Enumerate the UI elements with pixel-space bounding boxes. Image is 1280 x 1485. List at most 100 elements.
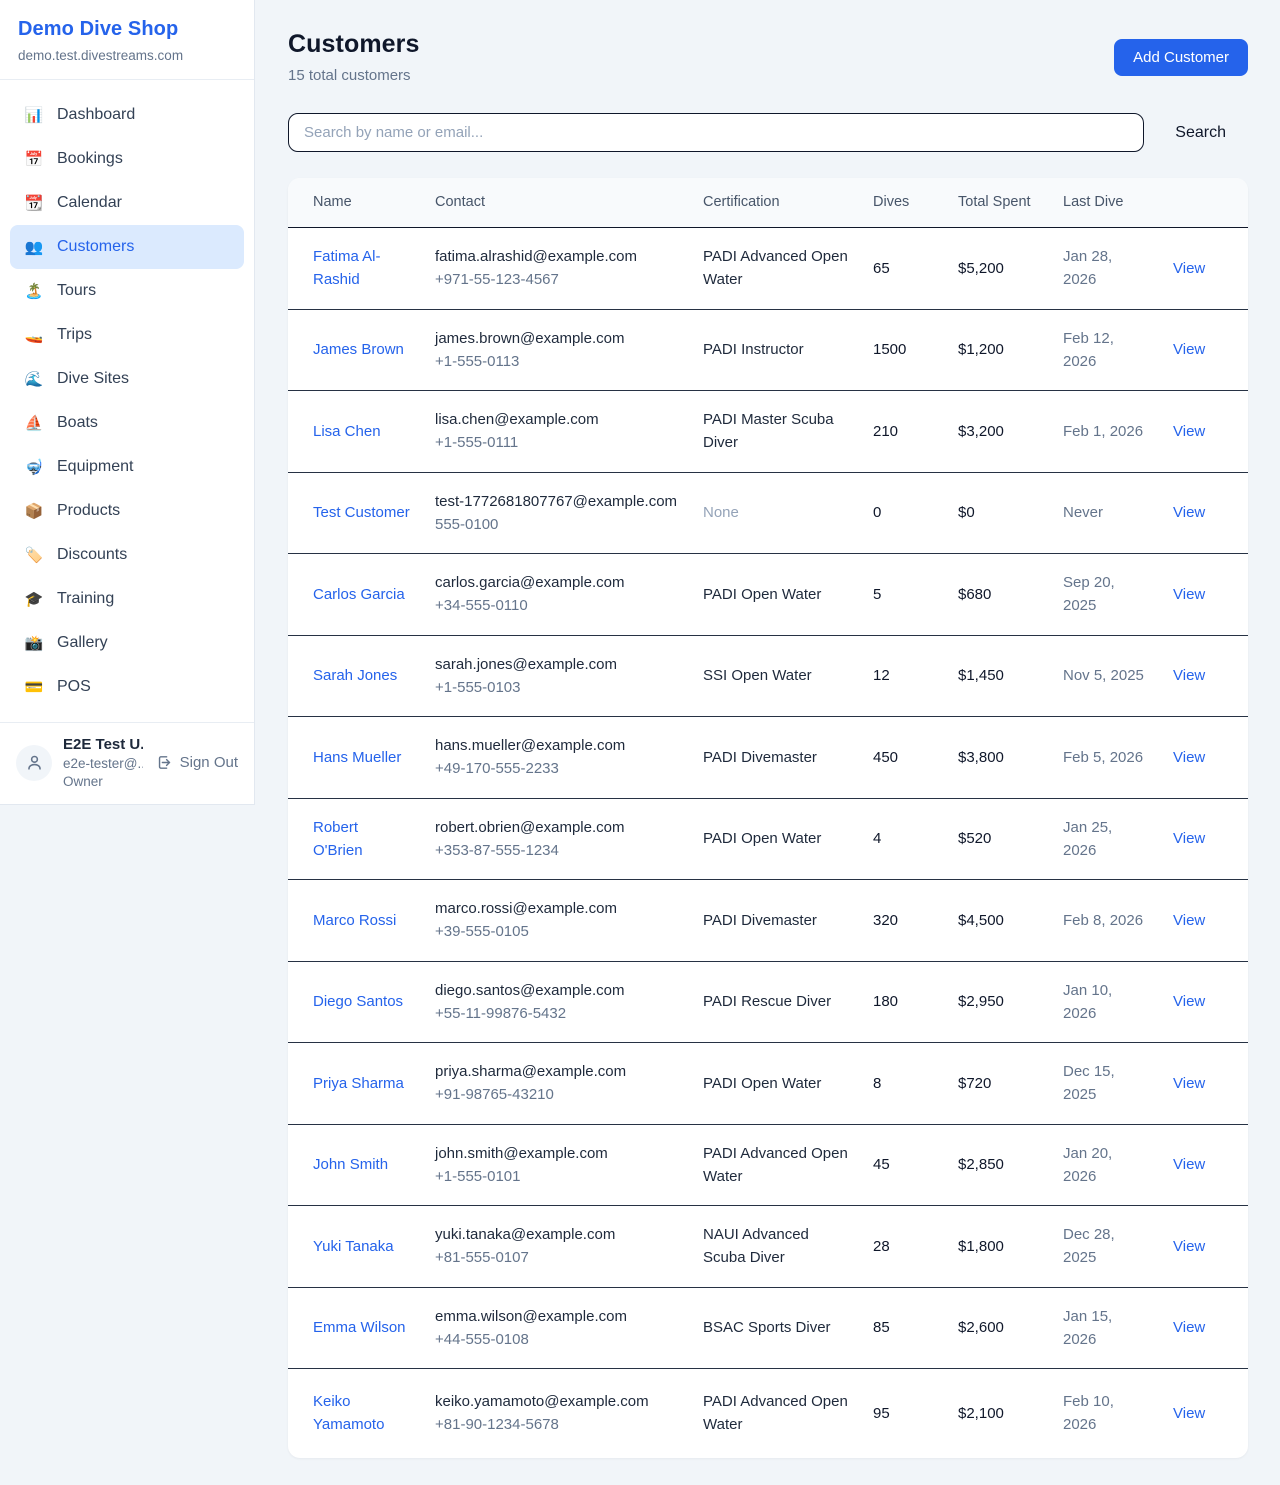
customers-table: Name Contact Certification Dives Total S… — [288, 178, 1248, 1458]
sidebar-item-pos[interactable]: 💳 POS — [10, 665, 244, 709]
view-customer-link[interactable]: View — [1173, 1075, 1205, 1092]
customer-name-link[interactable]: Carlos Garcia — [313, 586, 405, 603]
brand: Demo Dive Shop demo.test.divestreams.com — [0, 0, 254, 80]
package-icon: 📦 — [24, 502, 44, 520]
customer-name-link[interactable]: Marco Rossi — [313, 912, 396, 929]
sidebar-item-label: Customers — [57, 238, 134, 256]
column-header-actions — [1161, 178, 1248, 228]
customer-last-dive: Jan 15, 2026 — [1051, 1287, 1161, 1369]
customer-name-link[interactable]: Lisa Chen — [313, 423, 381, 440]
sidebar-item-products[interactable]: 📦 Products — [10, 489, 244, 533]
search-row: Search — [288, 113, 1248, 152]
view-customer-link[interactable]: View — [1173, 586, 1205, 603]
user-email: e2e-tester@... — [63, 756, 143, 771]
user-info: E2E Test U... e2e-tester@... Owner — [63, 736, 143, 789]
customer-dives: 180 — [861, 961, 946, 1043]
diving-mask-icon: 🤿 — [24, 458, 44, 476]
table-row: Fatima Al-Rashid fatima.alrashid@example… — [288, 228, 1248, 310]
customer-total-spent: $3,800 — [946, 717, 1051, 799]
view-customer-link[interactable]: View — [1173, 993, 1205, 1010]
customer-certification: PADI Divemaster — [691, 880, 861, 962]
customer-name-link[interactable]: James Brown — [313, 341, 404, 358]
sidebar-item-training[interactable]: 🎓 Training — [10, 577, 244, 621]
table-row: James Brown james.brown@example.com +1-5… — [288, 309, 1248, 391]
customer-dives: 65 — [861, 228, 946, 310]
customer-email: carlos.garcia@example.com — [435, 571, 679, 594]
customer-last-dive: Dec 28, 2025 — [1051, 1206, 1161, 1288]
view-customer-link[interactable]: View — [1173, 912, 1205, 929]
sidebar-item-calendar[interactable]: 📆 Calendar — [10, 181, 244, 225]
column-header-certification: Certification — [691, 178, 861, 228]
customer-total-spent: $720 — [946, 1043, 1051, 1125]
view-customer-link[interactable]: View — [1173, 1405, 1205, 1422]
customer-phone: +1-555-0111 — [435, 431, 679, 454]
customer-name-link[interactable]: Test Customer — [313, 504, 410, 521]
table-header-row: Name Contact Certification Dives Total S… — [288, 178, 1248, 228]
sidebar-item-tours[interactable]: 🏝️ Tours — [10, 269, 244, 313]
sidebar-item-label: Equipment — [57, 458, 134, 476]
customer-last-dive: Jan 10, 2026 — [1051, 961, 1161, 1043]
view-customer-link[interactable]: View — [1173, 830, 1205, 847]
sidebar-item-label: Discounts — [57, 546, 127, 564]
table-row: Diego Santos diego.santos@example.com +5… — [288, 961, 1248, 1043]
customer-certification: NAUI Advanced Scuba Diver — [691, 1206, 861, 1288]
sidebar-item-dashboard[interactable]: 📊 Dashboard — [10, 93, 244, 137]
credit-card-icon: 💳 — [24, 678, 44, 696]
customer-name-link[interactable]: Keiko Yamamoto — [313, 1393, 384, 1433]
view-customer-link[interactable]: View — [1173, 504, 1205, 521]
customer-name-link[interactable]: Hans Mueller — [313, 749, 401, 766]
view-customer-link[interactable]: View — [1173, 1238, 1205, 1255]
sidebar-item-label: Tours — [57, 282, 96, 300]
customer-total-spent: $4,500 — [946, 880, 1051, 962]
sidebar-item-bookings[interactable]: 📅 Bookings — [10, 137, 244, 181]
customer-name-link[interactable]: Fatima Al-Rashid — [313, 248, 381, 288]
sign-out-button[interactable]: Sign Out — [154, 754, 240, 771]
sidebar-item-label: Gallery — [57, 634, 108, 652]
view-customer-link[interactable]: View — [1173, 260, 1205, 277]
sidebar-item-equipment[interactable]: 🤿 Equipment — [10, 445, 244, 489]
search-input[interactable] — [288, 113, 1144, 152]
customer-count: 15 total customers — [288, 67, 420, 84]
sign-out-label: Sign Out — [180, 754, 238, 771]
view-customer-link[interactable]: View — [1173, 423, 1205, 440]
customer-name-link[interactable]: Diego Santos — [313, 993, 403, 1010]
column-header-dives: Dives — [861, 178, 946, 228]
customer-last-dive: Nov 5, 2025 — [1051, 635, 1161, 717]
customer-name-link[interactable]: Robert O'Brien — [313, 819, 363, 859]
search-button[interactable]: Search — [1171, 118, 1230, 148]
add-customer-button[interactable]: Add Customer — [1114, 39, 1248, 76]
customer-certification: PADI Instructor — [691, 309, 861, 391]
sidebar-item-customers[interactable]: 👥 Customers — [10, 225, 244, 269]
view-customer-link[interactable]: View — [1173, 1156, 1205, 1173]
view-customer-link[interactable]: View — [1173, 667, 1205, 684]
customer-name-link[interactable]: Sarah Jones — [313, 667, 397, 684]
customer-last-dive: Never — [1051, 472, 1161, 554]
customer-total-spent: $2,600 — [946, 1287, 1051, 1369]
column-header-last-dive: Last Dive — [1051, 178, 1161, 228]
sidebar-item-boats[interactable]: ⛵ Boats — [10, 401, 244, 445]
view-customer-link[interactable]: View — [1173, 749, 1205, 766]
sidebar-item-dive-sites[interactable]: 🌊 Dive Sites — [10, 357, 244, 401]
customer-phone: +353-87-555-1234 — [435, 839, 679, 862]
customer-total-spent: $1,450 — [946, 635, 1051, 717]
view-customer-link[interactable]: View — [1173, 1319, 1205, 1336]
calendar-date-icon: 📅 — [24, 150, 44, 168]
customer-name-link[interactable]: Yuki Tanaka — [313, 1238, 394, 1255]
sidebar-item-label: Bookings — [57, 150, 123, 168]
customer-phone: +44-555-0108 — [435, 1328, 679, 1351]
customer-name-link[interactable]: John Smith — [313, 1156, 388, 1173]
customer-name-link[interactable]: Priya Sharma — [313, 1075, 404, 1092]
speedboat-icon: 🚤 — [24, 326, 44, 344]
customer-phone: +81-555-0107 — [435, 1246, 679, 1269]
sidebar-item-trips[interactable]: 🚤 Trips — [10, 313, 244, 357]
view-customer-link[interactable]: View — [1173, 341, 1205, 358]
sidebar-item-gallery[interactable]: 📸 Gallery — [10, 621, 244, 665]
table-row: Marco Rossi marco.rossi@example.com +39-… — [288, 880, 1248, 962]
user-footer: E2E Test U... e2e-tester@... Owner Sign … — [0, 722, 254, 804]
sidebar-item-discounts[interactable]: 🏷️ Discounts — [10, 533, 244, 577]
customer-email: keiko.yamamoto@example.com — [435, 1390, 679, 1413]
customer-name-link[interactable]: Emma Wilson — [313, 1319, 406, 1336]
shop-domain: demo.test.divestreams.com — [18, 48, 236, 63]
sidebar-item-label: Calendar — [57, 194, 122, 212]
customer-total-spent: $3,200 — [946, 391, 1051, 473]
